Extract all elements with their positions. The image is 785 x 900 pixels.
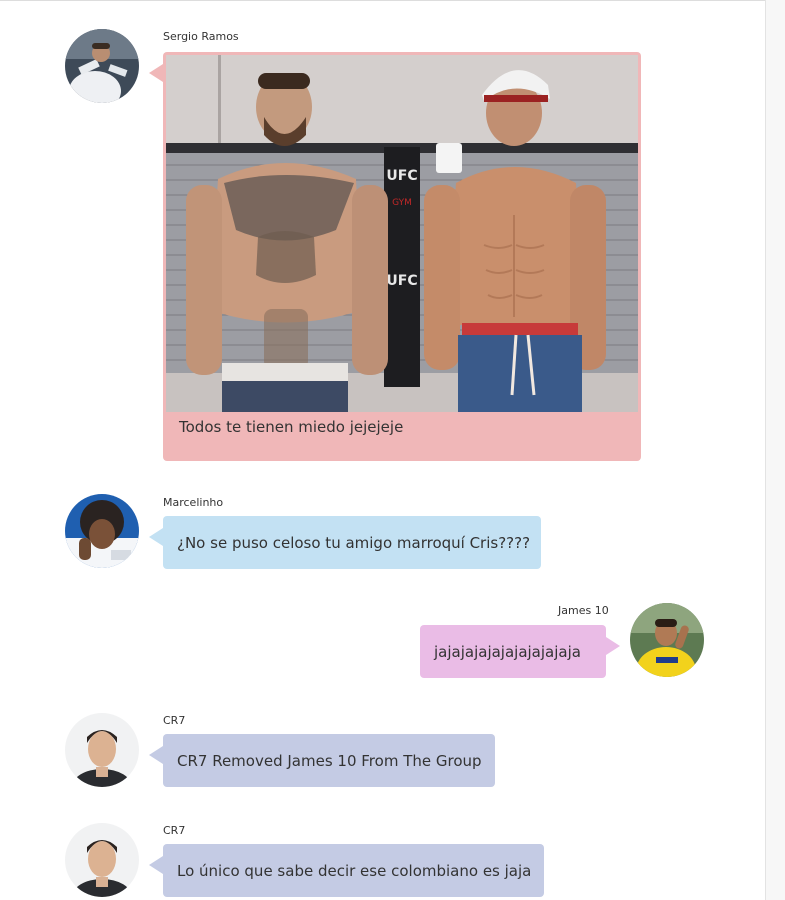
- sender-name: Marcelinho: [163, 496, 224, 509]
- scroll-track[interactable]: [766, 0, 785, 900]
- message-text: ¿No se puso celoso tu amigo marroquí Cri…: [177, 533, 531, 552]
- image-message-bubble[interactable]: UFC GYM UFC Todos te tienen miedo jejeje…: [149, 52, 641, 461]
- svg-text:GYM: GYM: [392, 198, 412, 208]
- sender-name: CR7: [163, 714, 186, 727]
- message-bubble[interactable]: jajajajajajajajajajaja: [420, 625, 620, 678]
- message-text: CR7 Removed James 10 From The Group: [177, 751, 482, 770]
- system-message-bubble[interactable]: CR7 Removed James 10 From The Group: [149, 734, 495, 787]
- sender-name: CR7: [163, 824, 186, 837]
- avatar-cr7[interactable]: [65, 823, 139, 897]
- avatar-cr7[interactable]: [65, 713, 139, 787]
- sender-name: James 10: [558, 604, 609, 617]
- top-divider: [0, 0, 785, 1]
- avatar-james-10[interactable]: [630, 603, 704, 677]
- shared-photo[interactable]: UFC GYM UFC: [166, 55, 638, 412]
- svg-text:UFC: UFC: [386, 168, 417, 184]
- message-bubble[interactable]: Lo único que sabe decir ese colombiano e…: [149, 844, 544, 897]
- avatar-marcelinho[interactable]: [65, 494, 139, 568]
- avatar-sergio-ramos[interactable]: [65, 29, 139, 103]
- message-text: jajajajajajajajajajaja: [434, 642, 581, 661]
- image-caption: Todos te tienen miedo jejejeje: [179, 418, 404, 436]
- svg-text:UFC: UFC: [386, 273, 417, 289]
- message-bubble[interactable]: ¿No se puso celoso tu amigo marroquí Cri…: [149, 516, 541, 569]
- sender-name: Sergio Ramos: [163, 30, 239, 43]
- message-text: Lo único que sabe decir ese colombiano e…: [177, 861, 532, 880]
